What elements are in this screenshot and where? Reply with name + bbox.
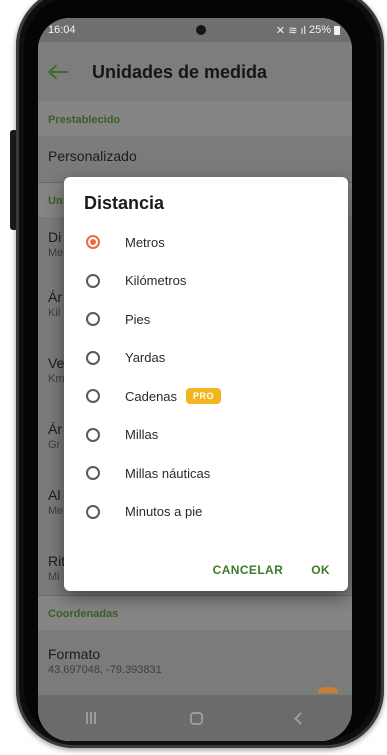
option-label: Yardas xyxy=(125,350,166,366)
option-label: Cadenas xyxy=(125,388,178,404)
ok-button[interactable]: OK xyxy=(311,563,330,577)
system-nav-bar xyxy=(38,695,352,741)
option-cadenas[interactable]: Cadenas PRO xyxy=(64,377,348,416)
radio-unchecked-icon[interactable] xyxy=(86,427,100,442)
cancel-button[interactable]: CANCELAR xyxy=(213,563,284,577)
option-label: Minutos a pie xyxy=(125,504,203,520)
option-kilometros[interactable]: Kilómetros xyxy=(64,262,348,301)
status-icons: ✕ ≋ ıl 25% xyxy=(276,24,340,37)
status-bar: 16:04 ✕ ≋ ıl 25% xyxy=(38,18,352,42)
app-bar: Unidades de medida xyxy=(38,42,352,102)
format-row[interactable]: Formato 43.697048, -79.393831 xyxy=(38,634,352,680)
phone-screen: 16:04 ✕ ≋ ıl 25% Unidades de medida Pres… xyxy=(38,18,352,741)
front-camera xyxy=(196,25,206,35)
recents-icon[interactable] xyxy=(85,712,97,724)
arrow-left-icon[interactable] xyxy=(48,61,70,83)
dialog-title: Distancia xyxy=(84,193,165,213)
fab-button[interactable] xyxy=(318,687,338,693)
status-time: 16:04 xyxy=(48,24,76,36)
option-label: Millas náuticas xyxy=(125,465,211,481)
distance-dialog: Distancia Metros Kilómetros Pies Yardas … xyxy=(64,177,348,591)
pro-badge: PRO xyxy=(186,388,222,405)
radio-unchecked-icon[interactable] xyxy=(86,273,100,288)
preset-value: Personalizado xyxy=(48,148,137,164)
dialog-actions: CANCELAR OK xyxy=(213,563,330,577)
option-millas[interactable]: Millas xyxy=(64,416,348,455)
option-label: Kilómetros xyxy=(125,273,187,289)
home-icon[interactable] xyxy=(189,711,203,725)
option-yardas[interactable]: Yardas xyxy=(64,339,348,378)
option-label: Pies xyxy=(125,311,151,327)
radio-unchecked-icon[interactable] xyxy=(86,312,100,327)
option-minutos-a-pie[interactable]: Minutos a pie xyxy=(64,493,348,532)
radio-unchecked-icon[interactable] xyxy=(86,466,100,481)
option-metros[interactable]: Metros xyxy=(64,223,348,262)
radio-unchecked-icon[interactable] xyxy=(86,350,100,365)
section-header-coordinates: Coordenadas xyxy=(38,596,352,630)
format-value: 43.697048, -79.393831 xyxy=(48,664,162,676)
radio-checked-icon[interactable] xyxy=(86,235,100,250)
battery-level: 25% xyxy=(308,24,331,36)
section-header-preset: Prestablecido xyxy=(38,102,352,136)
radio-unchecked-icon[interactable] xyxy=(86,504,100,519)
option-label: Metros xyxy=(125,234,165,250)
battery-icon xyxy=(334,25,340,35)
option-millas-nauticas[interactable]: Millas náuticas xyxy=(64,454,348,493)
preset-row[interactable]: Personalizado xyxy=(38,136,352,182)
signal-icons: ✕ ≋ ıl xyxy=(275,24,306,37)
format-title: Formato xyxy=(48,646,101,662)
option-label: Millas xyxy=(125,427,159,443)
option-pies[interactable]: Pies xyxy=(64,300,348,339)
back-chevron-icon[interactable] xyxy=(294,711,308,725)
distance-options: Metros Kilómetros Pies Yardas Cadenas PR… xyxy=(64,223,348,531)
page-title: Unidades de medida xyxy=(92,61,268,82)
radio-unchecked-icon[interactable] xyxy=(86,389,100,404)
